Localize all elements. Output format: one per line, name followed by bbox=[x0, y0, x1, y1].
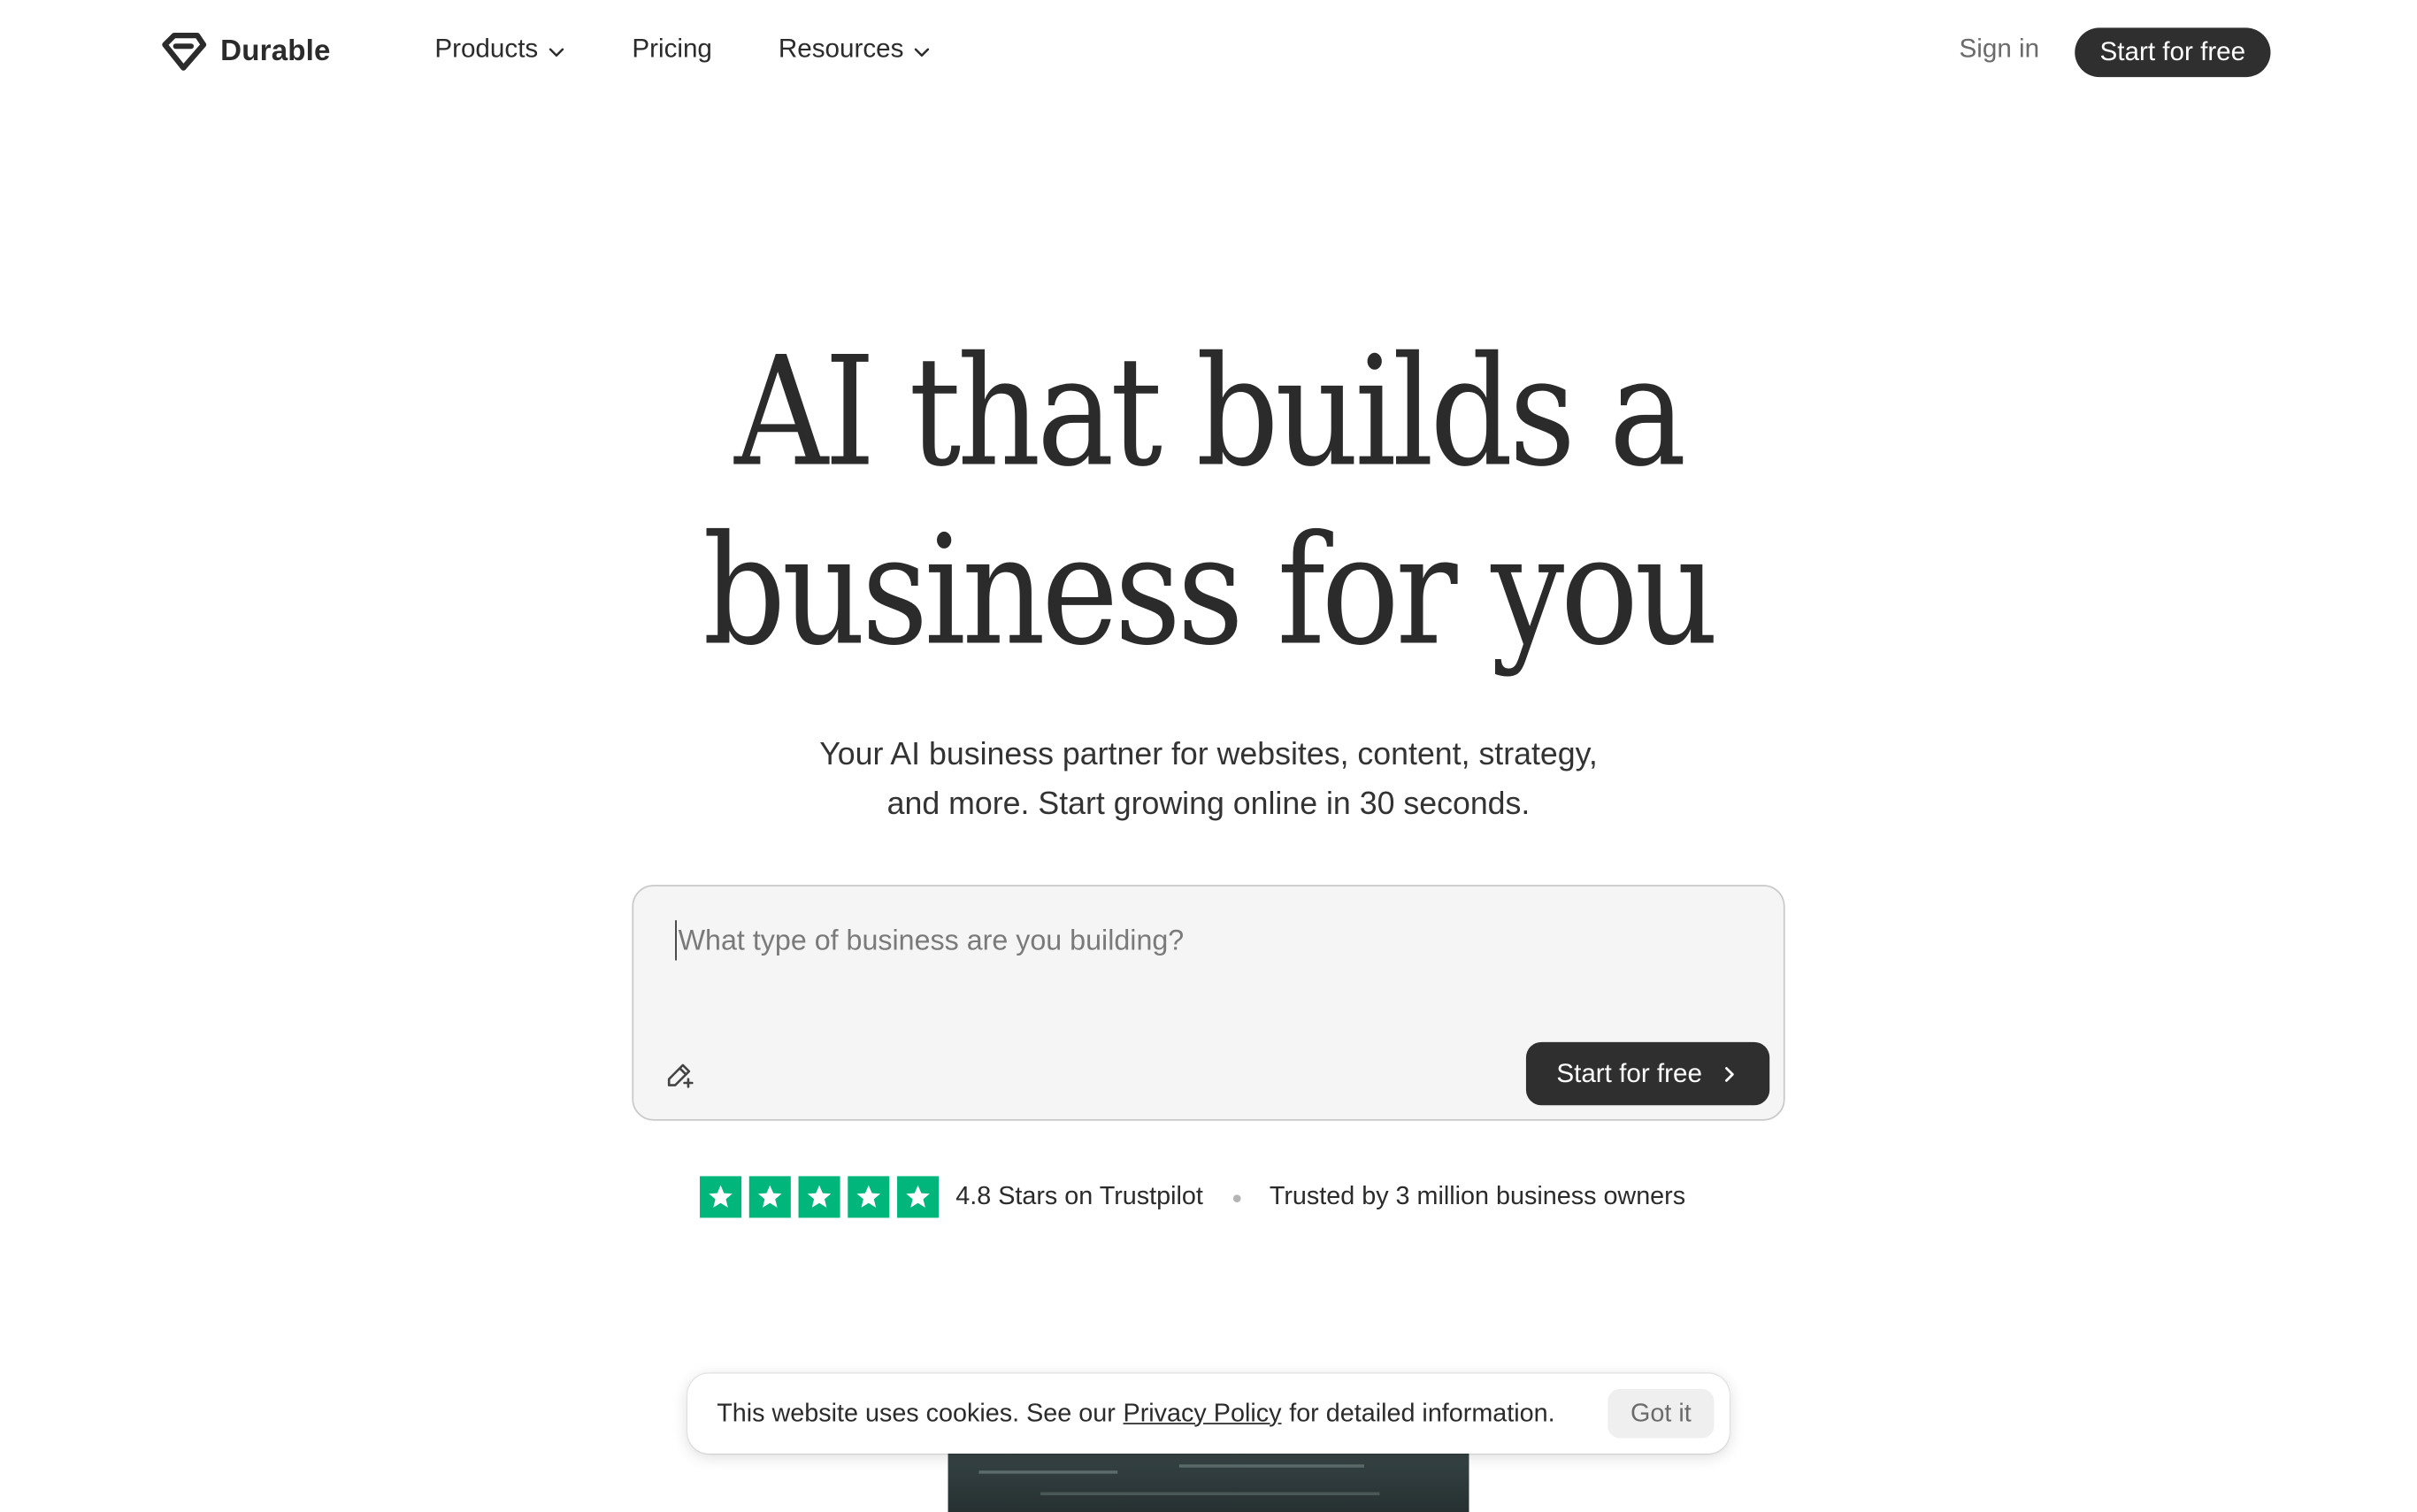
cookie-text-after: for detailed information. bbox=[1289, 1399, 1555, 1427]
chevron-down-icon bbox=[915, 47, 930, 57]
cookie-text-before: This website uses cookies. See our bbox=[717, 1399, 1116, 1427]
hero-subtitle-line-1: Your AI business partner for websites, c… bbox=[819, 736, 1598, 772]
trustpilot-star-icon bbox=[848, 1175, 890, 1217]
diamond-logo-icon bbox=[162, 32, 207, 71]
business-type-input[interactable] bbox=[675, 920, 1723, 961]
trustpilot-rating-text: 4.8 Stars on Trustpilot bbox=[955, 1181, 1203, 1209]
nav-pricing[interactable]: Pricing bbox=[632, 34, 712, 65]
trustpilot-stars bbox=[700, 1175, 947, 1217]
hero-subtitle: Your AI business partner for websites, c… bbox=[0, 731, 2417, 830]
hero-title: AI that builds a business for you bbox=[169, 324, 2248, 681]
page: Durable Products Pricing Resources Sign … bbox=[0, 0, 2417, 1512]
trustpilot-star-icon bbox=[748, 1175, 791, 1217]
magic-wand-icon[interactable] bbox=[664, 1059, 695, 1090]
chevron-down-icon bbox=[549, 47, 564, 57]
nav-resources-label: Resources bbox=[778, 34, 904, 64]
cookie-banner: This website uses cookies. See our Priva… bbox=[687, 1373, 1730, 1454]
nav-resources[interactable]: Resources bbox=[779, 34, 932, 65]
brand-logo[interactable]: Durable bbox=[160, 31, 330, 74]
privacy-policy-link[interactable]: Privacy Policy bbox=[1124, 1399, 1282, 1428]
nav-products-label: Products bbox=[434, 34, 539, 64]
prompt-cta-label: Start for free bbox=[1556, 1058, 1702, 1088]
trustpilot-star-icon bbox=[897, 1175, 940, 1217]
separator-dot bbox=[1232, 1193, 1240, 1202]
cookie-got-it-button[interactable]: Got it bbox=[1607, 1388, 1715, 1439]
prompt-start-for-free-button[interactable]: Start for free bbox=[1525, 1041, 1770, 1106]
brand-name: Durable bbox=[220, 35, 331, 68]
trust-row: 4.8 Stars on Trustpilot Trusted by 3 mil… bbox=[700, 1175, 1685, 1218]
hero-title-line-2: business for you bbox=[702, 503, 1718, 680]
header-start-for-free-button[interactable]: Start for free bbox=[2075, 27, 2271, 78]
hero-title-line-1: AI that builds a bbox=[734, 325, 1686, 502]
trusted-by-text: Trusted by 3 million business owners bbox=[1269, 1181, 1686, 1209]
nav-pricing-label: Pricing bbox=[632, 34, 712, 64]
trustpilot-star-icon bbox=[700, 1175, 742, 1217]
nav-products[interactable]: Products bbox=[434, 34, 565, 65]
sign-in-link[interactable]: Sign in bbox=[1960, 34, 2040, 65]
hero-subtitle-line-2: and more. Start growing online in 30 sec… bbox=[886, 786, 1531, 822]
chevron-right-icon bbox=[1725, 1067, 1735, 1082]
trustpilot-star-icon bbox=[798, 1175, 840, 1217]
business-prompt-box[interactable]: Start for free bbox=[632, 885, 1785, 1121]
